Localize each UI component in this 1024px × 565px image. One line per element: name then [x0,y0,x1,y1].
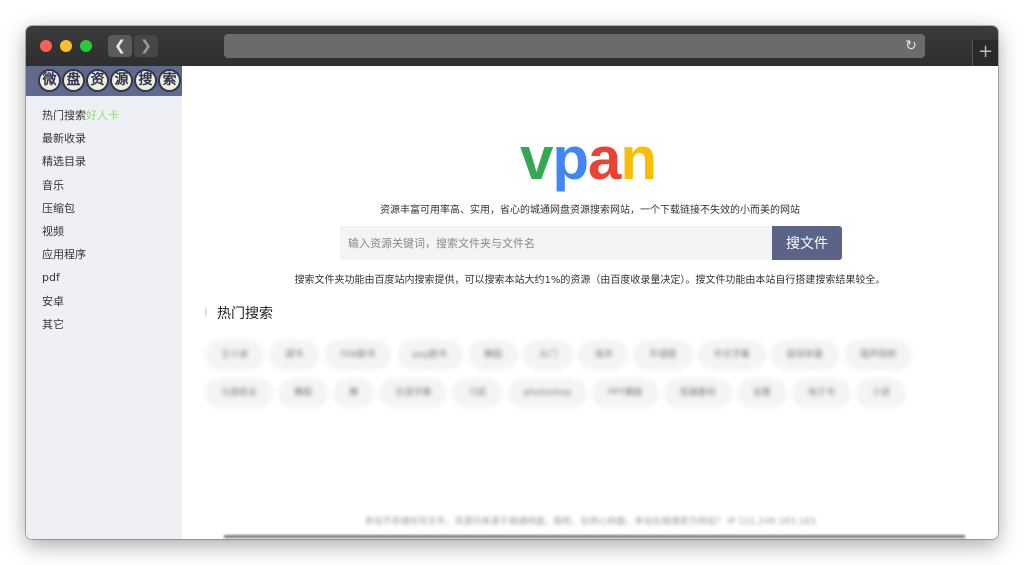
logo-char: 索 [158,69,181,92]
logo-char: 源 [110,69,133,92]
hot-tag[interactable]: 强声视频 [843,340,912,370]
hot-tag[interactable]: photoshop [507,378,588,408]
footer-divider [224,535,965,538]
hot-tag[interactable]: 舞 [333,378,375,408]
sidebar-menu: 热门搜索好人卡 最新收录 精选目录 音乐 压缩包 视频 应用程序 pdf 安卓 … [42,108,119,340]
sidebar-item-pdf[interactable]: pdf [42,270,119,293]
brand-letter: v [520,125,553,192]
brand-letter: p [552,125,589,192]
site-logo[interactable]: 微盘资源搜索站 [26,66,182,96]
search-notice: 搜索文件夹功能由百度站内搜索提供，可以搜索本站大约1%的资源（由百度收录量决定）… [294,275,886,286]
hot-tag[interactable]: 设置 [736,378,787,408]
hot-tag[interactable]: 中文字幕 [697,340,766,370]
hot-tag[interactable]: PPT模板 [592,378,659,408]
browser-window: ❮ ❯ ↻ + 微盘资源搜索站 热门搜索好人卡 最新收录 精选目录 音乐 压缩包… [26,26,998,539]
address-bar[interactable]: ↻ [224,34,925,58]
reload-icon[interactable]: ↻ [903,36,919,56]
page-content: 微盘资源搜索站 热门搜索好人卡 最新收录 精选目录 音乐 压缩包 视频 应用程序… [26,66,998,539]
section-title: 热门搜索 [217,306,273,322]
promo-badge[interactable]: 好人卡 [86,109,119,122]
hot-tag[interactable]: 日语字幕 [379,378,448,408]
hot-tag[interactable]: 556剧书 [324,340,392,370]
sidebar-item-latest[interactable]: 最新收录 [42,131,119,154]
chevron-right-icon: ❯ [140,38,152,54]
footer-text: 本站不存储任何文件，资源均来源于城通网盘，版权，仅供心网盘，本站在城通官方网站？… [364,517,816,527]
logo-char: 搜 [134,69,157,92]
search-input[interactable] [340,226,772,260]
browser-titlebar: ❮ ❯ ↻ + [26,26,998,66]
logo-char: 微 [38,69,61,92]
forward-button[interactable]: ❯ [134,35,158,57]
logo-char: 资 [86,69,109,92]
maximize-window-button[interactable] [80,40,92,52]
hot-tag[interactable]: 习武 [452,378,503,408]
hot-tag[interactable]: 舞蹈 [468,340,519,370]
brand-letter: n [620,125,657,192]
site-tagline: 资源丰富可用率高、实用，省心的城通网盘资源搜索网站，一个下载链接不失效的小而美的… [380,205,800,216]
sidebar: 微盘资源搜索站 热门搜索好人卡 最新收录 精选目录 音乐 压缩包 视频 应用程序… [26,66,182,539]
close-window-button[interactable] [40,40,52,52]
sidebar-item-hot[interactable]: 热门搜索好人卡 [42,108,119,131]
hot-tag[interactable]: pay剧书 [396,340,464,370]
brand-letter: a [588,125,621,192]
hot-tag[interactable]: 舞蹈 [278,378,329,408]
back-button[interactable]: ❮ [108,35,132,57]
sidebar-item-video[interactable]: 视频 [42,224,119,247]
search-form: 搜文件 [340,226,842,260]
sidebar-item-apps[interactable]: 应用程序 [42,247,119,270]
hot-tag[interactable]: 外语题 [633,340,693,370]
hot-tag[interactable]: 电子书 [791,378,851,408]
hot-tag[interactable]: 小说 [856,378,907,408]
hot-tag[interactable]: 头门 [523,340,574,370]
sidebar-item-music[interactable]: 音乐 [42,178,119,201]
hot-tag[interactable]: 海洋 [578,340,629,370]
sidebar-item-archives[interactable]: 压缩包 [42,201,119,224]
plus-icon: + [977,41,994,62]
minimize-window-button[interactable] [60,40,72,52]
main-area: vpan 资源丰富可用率高、实用，省心的城通网盘资源搜索网站，一个下载链接不失效… [182,66,998,539]
chevron-left-icon: ❮ [114,38,126,54]
hot-tag[interactable]: 王小波 [205,340,265,370]
brand-logo: vpan [520,124,657,194]
hot-tag[interactable]: 调书 [269,340,320,370]
sidebar-item-android[interactable]: 安卓 [42,294,119,317]
hot-tag[interactable]: 低端素材 [663,378,732,408]
section-marker [205,307,207,317]
new-tab-button[interactable]: + [972,40,998,66]
sidebar-item-other[interactable]: 其它 [42,317,119,340]
hot-tag[interactable]: 元造就业 [205,378,274,408]
search-files-button[interactable]: 搜文件 [772,226,842,260]
sidebar-item-label: 热门搜索 [42,109,86,122]
hot-search-tags: 王小波 调书 556剧书 pay剧书 舞蹈 头门 海洋 外语题 中文字幕 副词本… [205,340,955,416]
sidebar-item-featured[interactable]: 精选目录 [42,154,119,177]
hot-tag[interactable]: 副词本量 [770,340,839,370]
logo-char: 盘 [62,69,85,92]
